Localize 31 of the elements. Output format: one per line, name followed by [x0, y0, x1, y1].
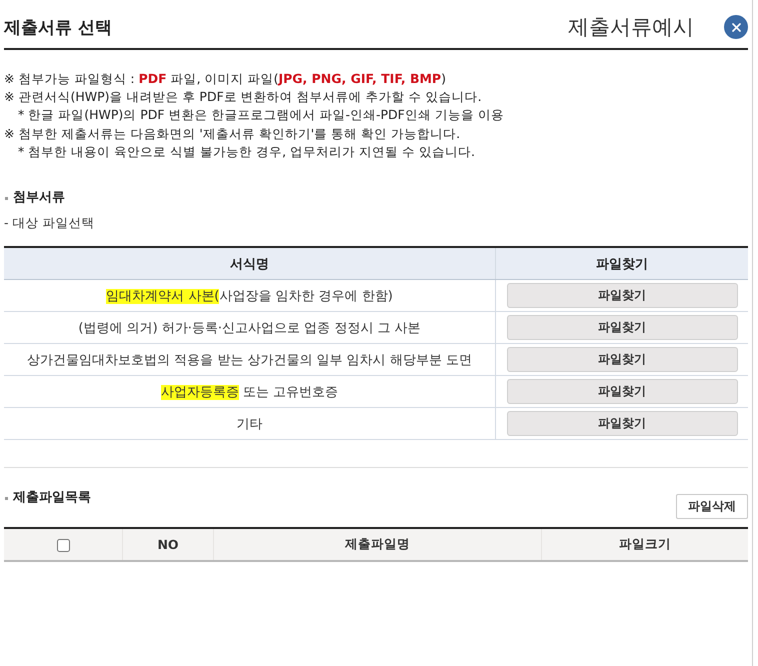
table-cell: 사업자등록증 또는 고유번호증 — [4, 376, 496, 408]
find-file-button[interactable]: 파일찾기 — [506, 347, 738, 372]
table-cell: 상가건물임대차보호법의 적용을 받는 상가건물의 일부 임차시 해당부분 도면 — [4, 344, 496, 376]
column-header: 서식명 — [4, 247, 496, 280]
notice-text: ※ 관련서식(HWP)을 내려받은 후 PDF로 변환하여 첨부서류에 추가할 수 있습니다. — [4, 88, 482, 106]
section-title: 제출파일목록 — [13, 489, 91, 508]
example-link[interactable]: 제출서류예시 — [568, 13, 694, 41]
find-file-button[interactable]: 파일찾기 — [506, 379, 738, 404]
column-header: 제출파일명 — [214, 528, 542, 562]
notice-text: * 첨부한 내용이 육안으로 식별 불가능한 경우, 업무처리가 지연될 수 있습니다. — [18, 142, 475, 161]
find-file-button[interactable]: 파일찾기 — [506, 315, 738, 340]
close-icon — [732, 22, 740, 32]
column-header: 파일찾기 — [496, 247, 748, 280]
table-cell: 기타 — [4, 408, 496, 440]
notice-text: ※ 첨부한 제출서류는 다음화면의 '제출서류 확인하기'를 통해 확인 가능합니다. — [4, 124, 460, 143]
find-file-button[interactable]: 파일찾기 — [506, 283, 738, 308]
column-header: NO — [122, 528, 214, 562]
notice-text: * 한글 파일(HWP)의 PDF 변환은 한글프로그램에서 파일-인쇄-PDF인쇄 기능을 이용 — [18, 106, 504, 124]
find-file-button[interactable]: 파일찾기 — [506, 411, 738, 436]
select-all-checkbox[interactable] — [56, 539, 70, 552]
close-button[interactable] — [724, 15, 748, 39]
table-cell: 임대차계약서 사본(사업장을 임차한 경우에 한함) — [4, 280, 496, 312]
section-title: 첨부서류 — [13, 189, 65, 208]
square-bullet-icon — [5, 196, 8, 200]
square-bullet-icon — [5, 496, 8, 500]
section-subtitle: - 대상 파일선택 — [4, 214, 94, 232]
dialog-title: 제출서류 선택 — [4, 16, 113, 38]
table-cell: (법령에 의거) 허가·등록·신고사업으로 업종 정정시 그 사본 — [4, 312, 496, 344]
column-header: 파일크기 — [542, 528, 748, 562]
delete-file-button[interactable]: 파일삭제 — [676, 494, 748, 520]
notice-text: ※ 첨부가능 파일형식 : PDF 파일, 이미지 파일(JPG, PNG, GIF, TIF, BMP) — [4, 70, 446, 88]
